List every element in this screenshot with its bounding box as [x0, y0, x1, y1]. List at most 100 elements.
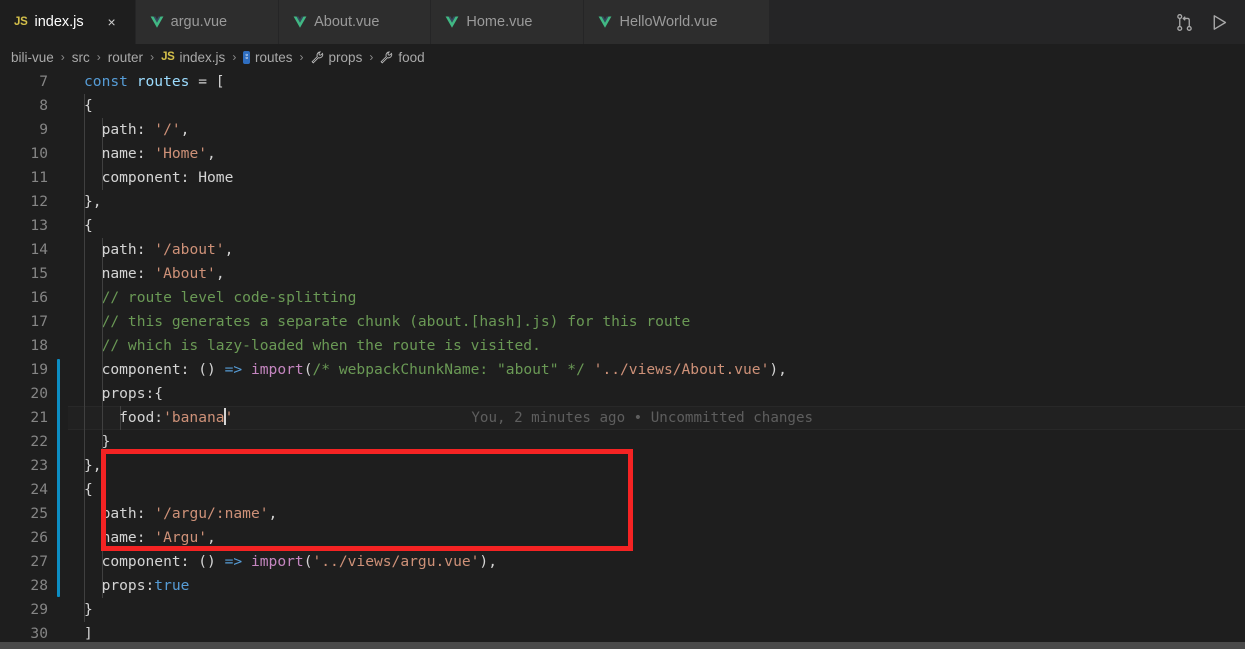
code-line[interactable]: 29} [0, 598, 1245, 622]
line-number: 11 [30, 169, 48, 186]
code-line[interactable]: 8{ [0, 94, 1245, 118]
line-number: 28 [30, 577, 48, 594]
code-token: path: [84, 121, 155, 138]
code-line[interactable]: 20 props:{ [0, 382, 1245, 406]
git-blame-annotation: You, 2 minutes ago • Uncommitted changes [471, 410, 814, 426]
code-line[interactable]: 9 path: '/', [0, 118, 1245, 142]
code-text: name: 'Home', [84, 142, 216, 166]
code-text: // this generates a separate chunk (abou… [84, 310, 691, 334]
editor-tab-about-vue[interactable]: About.vue× [279, 0, 432, 44]
code-line[interactable]: 16 // route level code-splitting [0, 286, 1245, 310]
line-number: 25 [30, 505, 48, 522]
vue-file-icon [598, 16, 612, 29]
breadcrumb-label: food [398, 49, 425, 65]
code-text: props:{ [84, 382, 164, 406]
code-line[interactable]: 15 name: 'About', [0, 262, 1245, 286]
code-text: path: '/about', [84, 238, 234, 262]
git-modified-gutter-indicator[interactable] [57, 359, 60, 597]
editor-tab-argu-vue[interactable]: argu.vue× [135, 0, 280, 44]
breadcrumb-separator: › [299, 50, 304, 64]
breadcrumb-item-bili-vue[interactable]: bili-vue [11, 50, 54, 65]
code-token: , [215, 265, 225, 282]
code-line[interactable]: 14 path: '/about', [0, 238, 1245, 262]
breadcrumb-item-props[interactable]: props [311, 49, 363, 65]
code-token: const [84, 73, 128, 90]
code-line[interactable]: 25 path: '/argu/:name', [0, 502, 1245, 526]
code-token: 'Argu' [154, 529, 208, 546]
code-line[interactable]: 30] [0, 622, 1245, 642]
code-token: props: [84, 385, 155, 402]
code-text: // route level code-splitting [84, 286, 357, 310]
line-number: 8 [39, 97, 48, 114]
code-token: => [224, 361, 243, 378]
breadcrumb-label: props [328, 49, 363, 65]
run-play-icon[interactable] [1210, 13, 1229, 32]
code-text: } [84, 430, 111, 454]
line-number: 27 [30, 553, 48, 570]
horizontal-scrollbar[interactable] [0, 642, 1245, 649]
code-line[interactable]: 21 food:'banana' You, 2 minutes ago • Unc… [0, 406, 1245, 430]
indent-guide [102, 118, 103, 190]
code-line[interactable]: 24 { [0, 478, 1245, 502]
code-token: 'About' [154, 265, 216, 282]
breadcrumb-item-index-js[interactable]: JS index.js [161, 50, 225, 65]
code-text: component: Home [84, 166, 234, 190]
breadcrumb-label: bili-vue [11, 49, 54, 65]
code-line[interactable]: 26 name: 'Argu', [0, 526, 1245, 550]
breadcrumb-item-src[interactable]: src [72, 50, 90, 65]
code-text: name: 'Argu', [84, 526, 216, 550]
breadcrumb-item-food[interactable]: food [380, 49, 425, 65]
line-number: 10 [30, 145, 48, 162]
code-line[interactable]: 18 // which is lazy-loaded when the rout… [0, 334, 1245, 358]
code-line[interactable]: 28 props:true [0, 574, 1245, 598]
code-line[interactable]: 12}, [0, 190, 1245, 214]
js-file-icon: JS [14, 16, 28, 28]
code-token: name: [84, 529, 155, 546]
code-token: ), [769, 361, 787, 378]
code-token: }, [84, 457, 102, 474]
editor-tab-index-js[interactable]: JS index.js × [0, 0, 136, 44]
code-line[interactable]: 13 { [0, 214, 1245, 238]
line-number: 17 [30, 313, 48, 330]
horizontal-scrollbar-thumb[interactable] [0, 642, 1245, 649]
code-token: => [224, 553, 243, 570]
vue-file-icon [293, 16, 307, 29]
code-line[interactable]: 7 const routes = [ [0, 70, 1245, 94]
js-file-icon: JS [161, 51, 175, 63]
tab-bar-empty-space [769, 0, 1165, 44]
code-token: } [84, 433, 111, 450]
code-token: routes [127, 73, 199, 90]
line-number: 19 [30, 361, 48, 378]
indent-guide [102, 502, 103, 598]
breadcrumb-item-routes[interactable]: ⦂ routes [243, 50, 293, 65]
editor-tab-label: About.vue [314, 13, 380, 30]
close-icon[interactable]: × [103, 13, 121, 31]
code-token: '/' [154, 121, 181, 138]
breadcrumb-item-router[interactable]: router [108, 50, 143, 65]
code-text: component: () => import(/* webpackChunkN… [84, 358, 787, 382]
editor-tab-helloworld-vue[interactable]: HelloWorld.vue× [584, 0, 770, 44]
code-token: 'banana [163, 409, 225, 426]
code-line[interactable]: 19 component: () => import(/* webpackChu… [0, 358, 1245, 382]
vue-file-icon [150, 16, 164, 29]
code-editor[interactable]: 7 const routes = [8{9 path: '/', 10 name: … [0, 70, 1245, 642]
code-token: { [84, 97, 93, 114]
editor-tab-label: index.js [34, 13, 84, 30]
code-line[interactable]: 27 component: () => import('../views/arg… [0, 550, 1245, 574]
code-line[interactable]: 11 component: Home [0, 166, 1245, 190]
split-editor-icon[interactable] [1175, 13, 1194, 32]
code-token: } [84, 601, 93, 618]
code-token: }, [84, 193, 102, 210]
code-text: }, [84, 454, 102, 478]
line-number: 21 [30, 409, 48, 426]
code-text: food:'banana' [84, 408, 233, 426]
code-line[interactable]: 23}, [0, 454, 1245, 478]
line-number: 18 [30, 337, 48, 354]
code-line[interactable]: 10 name: 'Home', [0, 142, 1245, 166]
code-text: { [84, 94, 93, 118]
editor-tab-home-vue[interactable]: Home.vue× [431, 0, 585, 44]
code-line[interactable]: 22 } [0, 430, 1245, 454]
code-line[interactable]: 17 // this generates a separate chunk (a… [0, 310, 1245, 334]
code-token: /* webpackChunkName: "about" */ [312, 361, 585, 378]
